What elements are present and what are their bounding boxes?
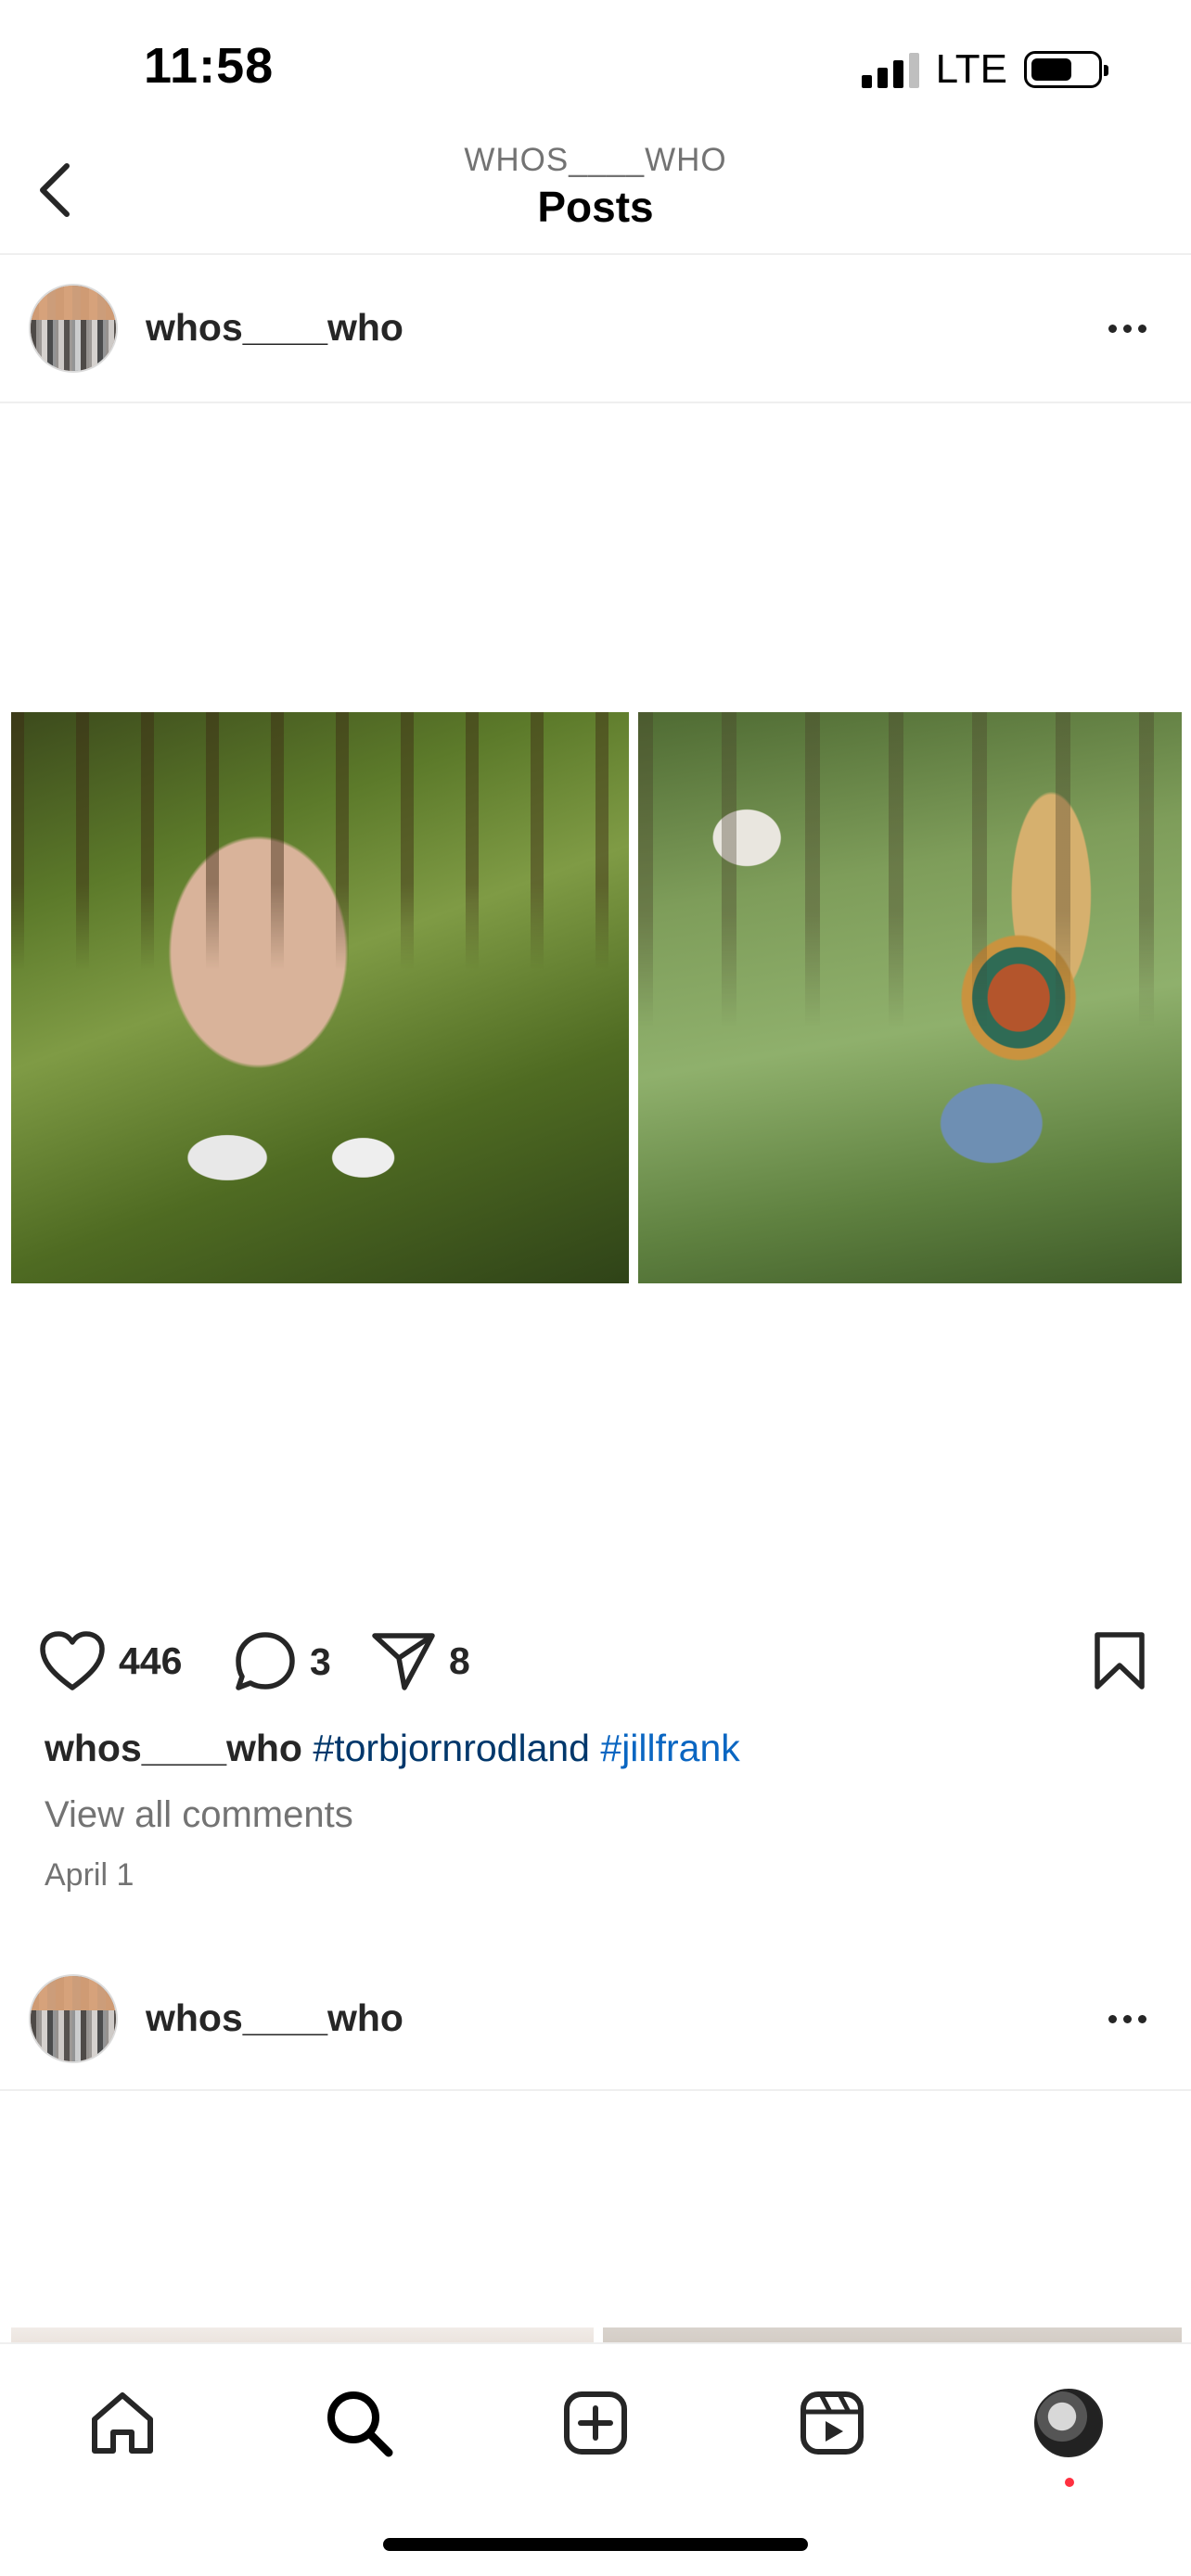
post-photo-left[interactable] bbox=[11, 712, 629, 1283]
more-horizontal-icon bbox=[1108, 2014, 1117, 2023]
post-avatar[interactable] bbox=[29, 284, 118, 373]
header-divider bbox=[0, 253, 1191, 255]
hashtag-link[interactable]: #torbjornrodland bbox=[313, 1727, 590, 1769]
home-indicator[interactable] bbox=[383, 2538, 808, 2551]
comment-bubble-icon bbox=[236, 1632, 295, 1690]
page-title: Posts bbox=[537, 183, 654, 231]
tab-search[interactable] bbox=[317, 2381, 401, 2465]
view-all-comments-link[interactable]: View all comments bbox=[45, 1794, 353, 1836]
home-icon bbox=[92, 2392, 153, 2454]
share-button[interactable]: 8 bbox=[371, 1630, 470, 1691]
search-icon bbox=[327, 2391, 393, 2457]
post-username[interactable]: whos____who bbox=[146, 306, 403, 350]
hashtag-link[interactable]: #jillfrank bbox=[600, 1727, 739, 1769]
paper-plane-icon bbox=[372, 1633, 435, 1690]
reels-icon bbox=[800, 2391, 864, 2455]
post-photo-right[interactable] bbox=[638, 712, 1182, 1283]
post-username[interactable]: whos____who bbox=[146, 1996, 403, 2040]
save-button[interactable] bbox=[1093, 1630, 1146, 1696]
tab-home[interactable] bbox=[81, 2381, 164, 2465]
network-type: LTE bbox=[935, 46, 1007, 92]
like-count: 446 bbox=[119, 1639, 183, 1682]
share-count: 8 bbox=[449, 1639, 470, 1682]
header-username: WHOS____WHO bbox=[464, 142, 727, 178]
tab-reels[interactable] bbox=[790, 2381, 874, 2465]
post-avatar[interactable] bbox=[29, 1974, 118, 2063]
comment-button[interactable]: 3 bbox=[234, 1630, 331, 1693]
tab-profile[interactable] bbox=[1027, 2381, 1110, 2487]
post-header-divider bbox=[0, 402, 1191, 403]
signal-icon bbox=[861, 51, 919, 88]
like-button[interactable]: 446 bbox=[39, 1630, 182, 1691]
post-date: April 1 bbox=[45, 1857, 134, 1893]
caption-username[interactable]: whos____who bbox=[45, 1727, 302, 1769]
more-options-button[interactable] bbox=[1108, 1991, 1146, 2047]
plus-square-icon bbox=[564, 2391, 627, 2455]
tab-create[interactable] bbox=[554, 2381, 637, 2465]
heart-icon bbox=[40, 1631, 105, 1690]
more-horizontal-icon bbox=[1108, 324, 1117, 333]
bookmark-icon bbox=[1095, 1632, 1145, 1690]
notification-dot bbox=[1065, 2478, 1074, 2487]
post-caption: whos____who #torbjornrodland #jillfrank bbox=[45, 1727, 740, 1770]
status-indicators: LTE bbox=[861, 46, 1108, 93]
more-options-button[interactable] bbox=[1108, 300, 1146, 356]
battery-icon bbox=[1024, 51, 1108, 88]
profile-avatar bbox=[1034, 2389, 1103, 2457]
status-time: 11:58 bbox=[144, 38, 275, 94]
post-header-divider bbox=[0, 2089, 1191, 2091]
comment-count: 3 bbox=[310, 1639, 331, 1683]
